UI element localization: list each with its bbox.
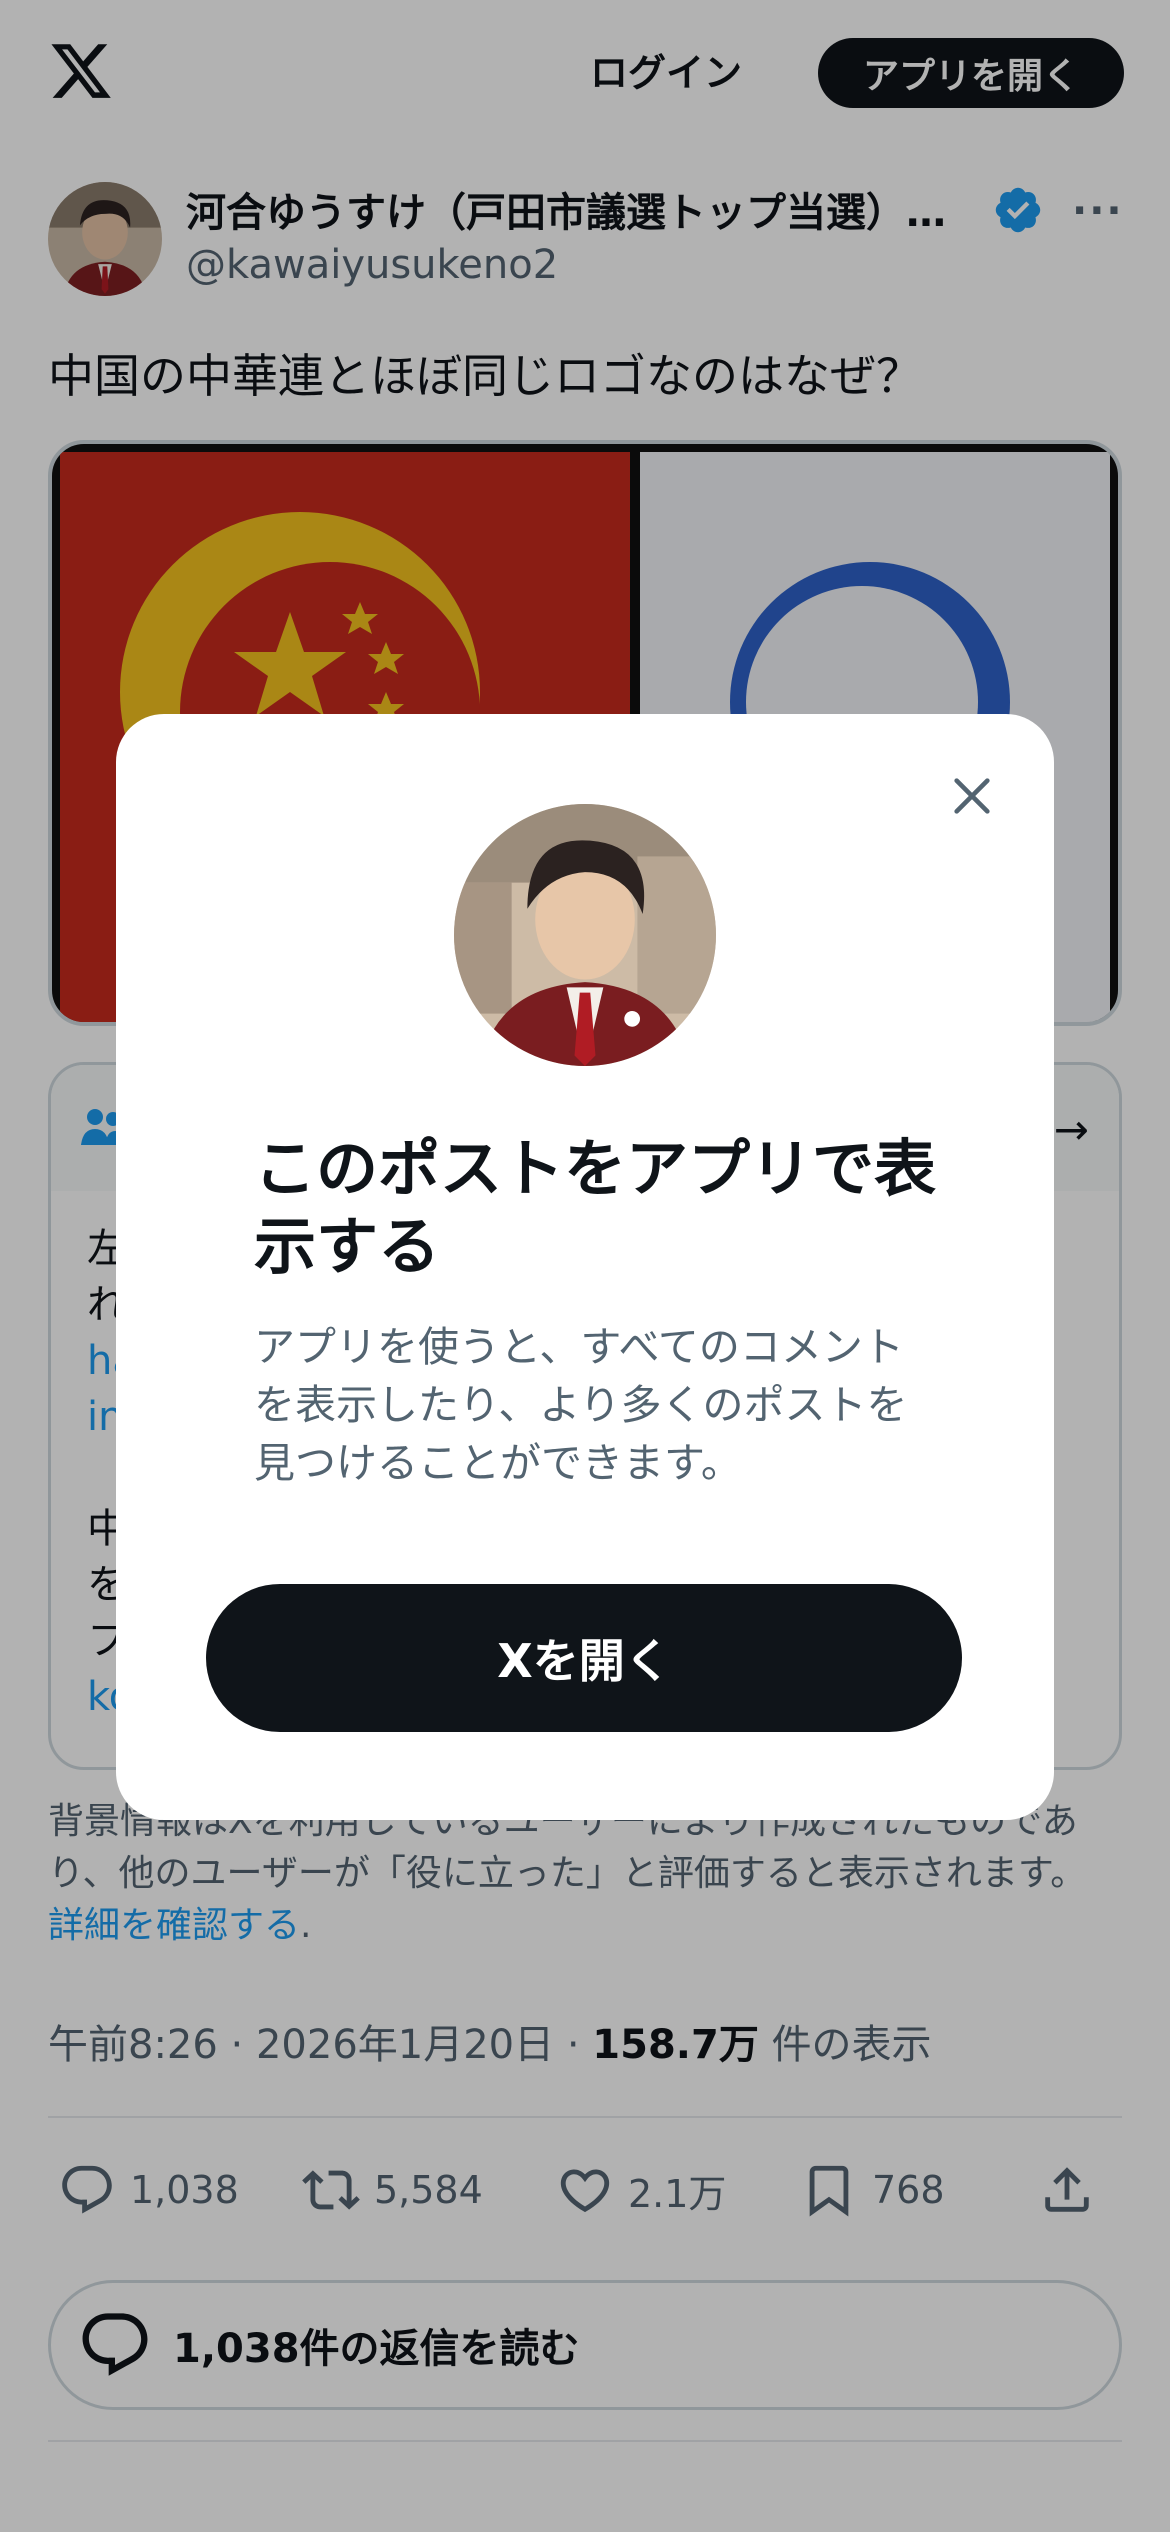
- modal-title: このポストをアプリで表示する: [254, 1132, 937, 1283]
- post-page: ログイン アプリを開く 河合ゆうすけ（戸田市議選トップ当選）… ··· @kaw…: [0, 0, 1170, 2532]
- modal-author-avatar: [454, 804, 716, 1066]
- modal-body: アプリを使うと、すべてのコメントを表示したり、より多くのポストを見つけることがで…: [254, 1323, 908, 1487]
- close-icon[interactable]: [942, 766, 1002, 826]
- open-in-app-modal: このポストをアプリで表示する アプリを使うと、すべてのコメントを表示したり、より…: [116, 714, 1054, 1820]
- open-x-button[interactable]: Xを開く: [206, 1584, 962, 1732]
